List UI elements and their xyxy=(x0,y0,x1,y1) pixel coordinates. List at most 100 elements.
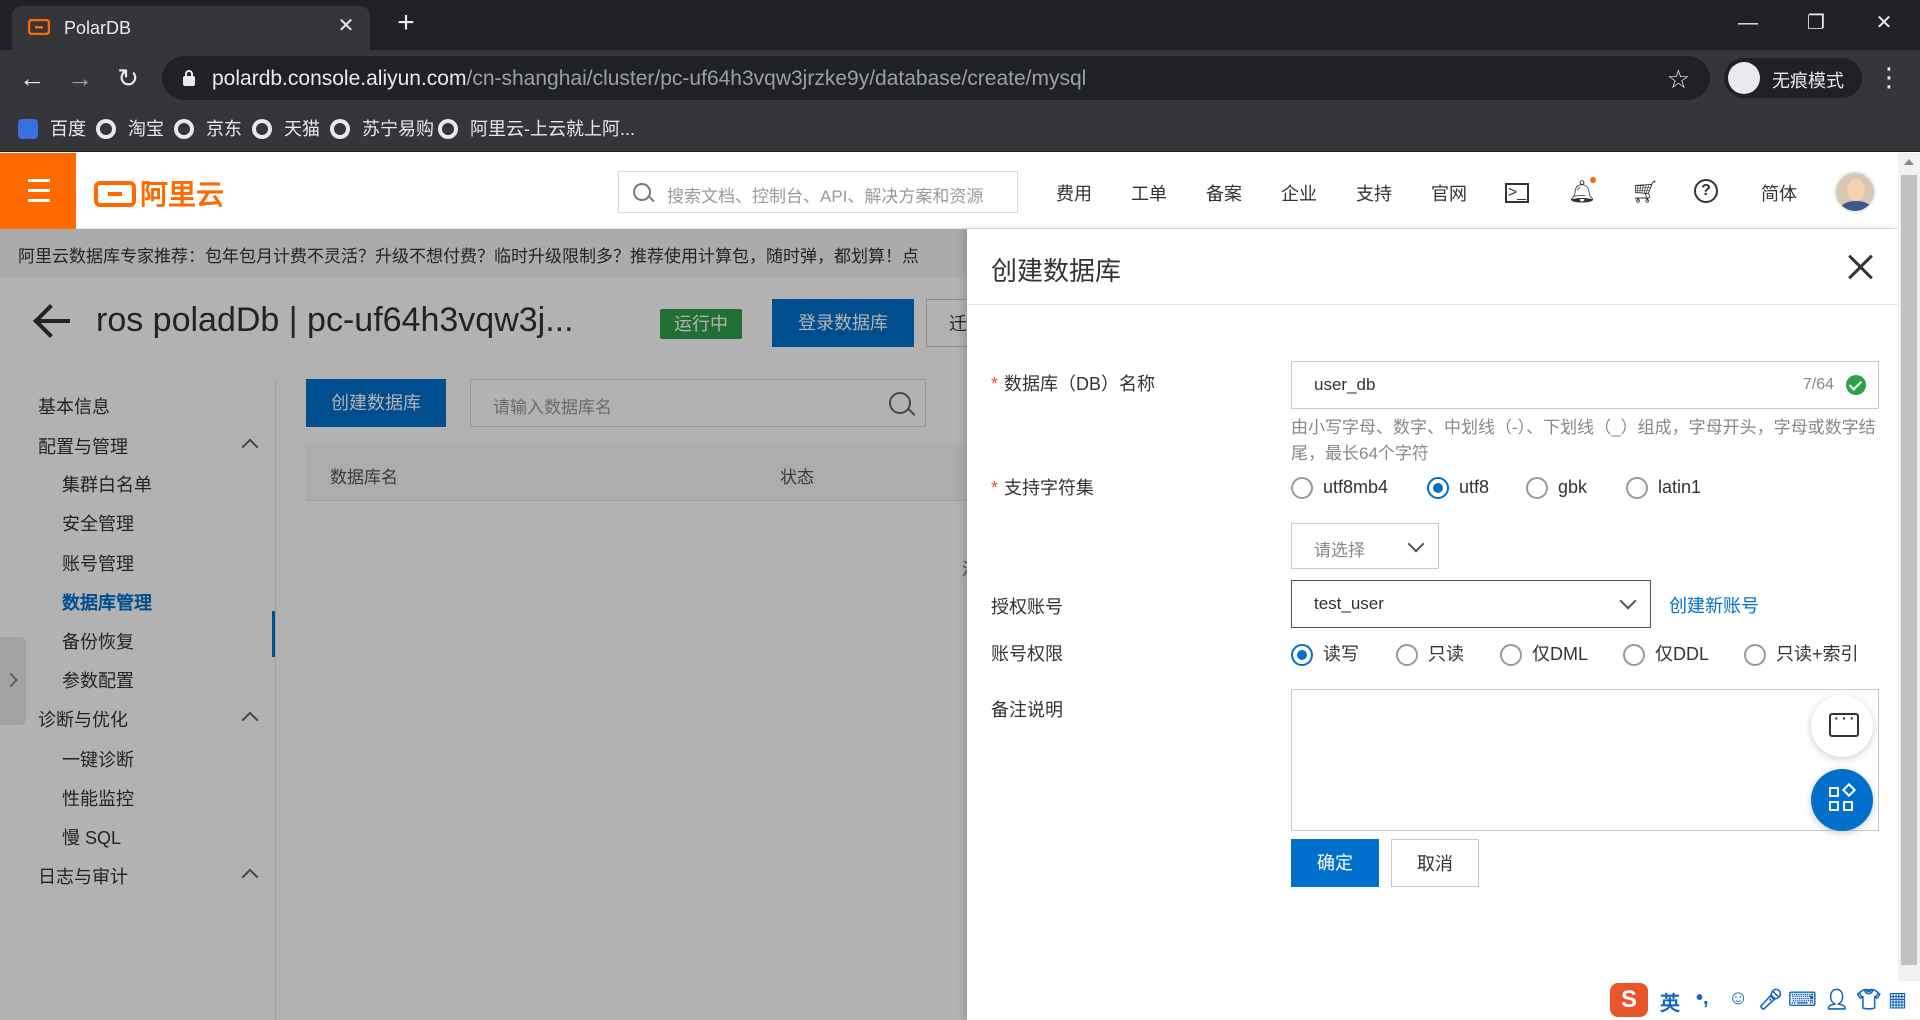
privilege-radio-ddl-only[interactable]: 仅DDL xyxy=(1623,642,1709,666)
nav-icp[interactable]: 备案 xyxy=(1206,180,1242,206)
charset-radio-gbk[interactable]: gbk xyxy=(1526,475,1587,499)
bookmark-jd[interactable]: 京东 xyxy=(174,116,242,142)
account-select[interactable]: test_user xyxy=(1291,580,1651,628)
confirm-button[interactable]: 确定 xyxy=(1291,839,1379,887)
modal-backdrop[interactable] xyxy=(0,229,967,1020)
bookmark-aliyun[interactable]: 阿里云-上云就上阿... xyxy=(438,116,635,142)
bookmark-label: 淘宝 xyxy=(128,119,164,139)
window-close-icon[interactable]: ✕ xyxy=(1866,8,1902,38)
remark-textarea[interactable] xyxy=(1291,689,1879,831)
bookmark-label: 苏宁易购 xyxy=(362,119,434,139)
microphone-icon[interactable]: 🎤︎ xyxy=(1758,987,1783,1012)
globe-icon xyxy=(96,119,116,139)
browser-menu-icon[interactable]: ⋮ xyxy=(1876,60,1902,96)
privilege-radio-read-only[interactable]: 只读 xyxy=(1396,642,1464,666)
search-icon xyxy=(633,183,651,201)
charset-label: * 支持字符集 xyxy=(991,474,1094,500)
forward-icon[interactable]: → xyxy=(64,62,96,94)
collation-placeholder: 请选择 xyxy=(1314,541,1365,560)
create-database-drawer: 创建数据库 * 数据库（DB）名称 user_db 7/64 由小写字母、数字、中… xyxy=(967,229,1898,1020)
address-bar[interactable]: polardb.console.aliyun.com/cn-shanghai/c… xyxy=(162,56,1710,100)
back-icon[interactable]: ← xyxy=(16,62,48,94)
privilege-radio-read-write[interactable]: 读写 xyxy=(1291,642,1359,666)
bell-icon[interactable]: 🔔︎ xyxy=(1568,177,1596,205)
user-icon[interactable]: 👤︎ xyxy=(1824,987,1849,1012)
bookmark-suning[interactable]: 苏宁易购 xyxy=(330,116,434,142)
aliyun-logo[interactable]: 阿里云 xyxy=(94,173,225,210)
new-tab-icon[interactable]: + xyxy=(392,8,420,38)
charset-radio-latin1[interactable]: latin1 xyxy=(1626,475,1701,499)
scroll-thumb[interactable] xyxy=(1901,175,1917,965)
emoji-icon[interactable]: ☺ xyxy=(1728,987,1748,1010)
language-switch[interactable]: 简体 xyxy=(1761,180,1797,206)
url-text: polardb.console.aliyun.com/cn-shanghai/c… xyxy=(212,67,1086,91)
cancel-button[interactable]: 取消 xyxy=(1391,839,1479,887)
privilege-radio-dml-only[interactable]: 仅DML xyxy=(1500,642,1588,666)
remark-label: 备注说明 xyxy=(991,700,1063,720)
ime-mode[interactable]: 英 xyxy=(1660,987,1680,1016)
chevron-down-icon xyxy=(1619,592,1637,610)
scroll-up-icon[interactable] xyxy=(1904,159,1914,165)
required-mark: * xyxy=(991,374,999,394)
db-name-field[interactable]: user_db 7/64 xyxy=(1291,361,1879,409)
tab-close-icon[interactable]: ✕ xyxy=(334,14,358,38)
minimize-icon[interactable]: — xyxy=(1730,8,1766,38)
grid-icon[interactable]: ▦ xyxy=(1888,987,1907,1012)
charset-radio-utf8mb4[interactable]: utf8mb4 xyxy=(1291,475,1388,499)
terminal-icon[interactable]: >_ xyxy=(1505,183,1529,203)
cart-icon[interactable]: 🛒︎ xyxy=(1631,179,1659,205)
baidu-icon xyxy=(18,119,38,139)
bookmark-star-icon[interactable]: ☆ xyxy=(1667,64,1690,95)
char-counter: 7/64 xyxy=(1802,376,1834,393)
drawer-title: 创建数据库 xyxy=(991,256,1122,286)
browser-tab-strip: PolarDB ✕ + — ❐ ✕ xyxy=(0,0,1920,50)
browser-tab[interactable]: PolarDB ✕ xyxy=(12,6,370,50)
globe-icon xyxy=(174,119,194,139)
notification-dot xyxy=(1590,177,1596,183)
incognito-indicator[interactable]: 无痕模式 xyxy=(1724,58,1862,98)
check-circle-icon xyxy=(1846,375,1866,395)
ime-toolbar: S 英 •, ☺ 🎤︎ ⌨ 👤︎ 👕︎ ▦ xyxy=(1608,981,1920,1019)
chat-icon[interactable] xyxy=(1811,695,1873,757)
db-name-label: * 数据库（DB）名称 xyxy=(991,370,1155,396)
account-label: 授权账号 xyxy=(991,597,1063,617)
bookmark-label: 百度 xyxy=(50,119,86,139)
sogou-ime-logo[interactable]: S xyxy=(1610,983,1648,1017)
collation-select[interactable]: 请选择 xyxy=(1291,523,1439,569)
restore-icon[interactable]: ❐ xyxy=(1798,8,1834,38)
reload-icon[interactable]: ↻ xyxy=(112,62,144,94)
chevron-down-icon xyxy=(1407,535,1425,553)
nav-official-site[interactable]: 官网 xyxy=(1431,180,1467,206)
privilege-radio-read-index[interactable]: 只读+索引 xyxy=(1744,642,1859,666)
apps-grid-icon[interactable] xyxy=(1811,769,1873,831)
db-name-help: 由小写字母、数字、中划线（-）、下划线（_）组成，字母开头，字母或数字结尾，最长… xyxy=(1291,418,1876,463)
account-value: test_user xyxy=(1314,594,1384,613)
bookmark-tmall[interactable]: 天猫 xyxy=(252,116,320,142)
lock-icon xyxy=(183,70,195,86)
bookmark-label: 阿里云-上云就上阿... xyxy=(470,119,635,139)
hamburger-menu-icon[interactable] xyxy=(0,153,76,229)
bookmark-taobao[interactable]: 淘宝 xyxy=(96,116,164,142)
globe-icon xyxy=(438,119,458,139)
avatar[interactable] xyxy=(1834,171,1876,213)
logo-text: 阿里云 xyxy=(140,179,225,210)
nav-support[interactable]: 支持 xyxy=(1356,180,1392,206)
console-top-nav: 阿里云 搜索文档、控制台、API、解决方案和资源 费用 工单 备案 企业 支持 … xyxy=(0,153,1898,229)
keyboard-icon[interactable]: ⌨ xyxy=(1788,987,1817,1012)
url-host: polardb.console.aliyun.com xyxy=(212,67,467,90)
incognito-icon xyxy=(1728,62,1760,94)
help-icon[interactable]: ? xyxy=(1694,179,1718,203)
punctuation-icon[interactable]: •, xyxy=(1696,987,1709,1010)
divider xyxy=(967,304,1898,305)
url-path: /cn-shanghai/cluster/pc-uf64h3vqw3jrzke9… xyxy=(466,67,1087,90)
nav-tickets[interactable]: 工单 xyxy=(1131,180,1167,206)
create-account-link[interactable]: 创建新账号 xyxy=(1669,592,1759,618)
charset-radio-utf8[interactable]: utf8 xyxy=(1427,475,1489,499)
nav-enterprise[interactable]: 企业 xyxy=(1281,180,1317,206)
skin-icon[interactable]: 👕︎ xyxy=(1856,987,1881,1012)
page-scrollbar[interactable] xyxy=(1898,153,1920,1020)
console-search-input[interactable]: 搜索文档、控制台、API、解决方案和资源 xyxy=(618,171,1018,213)
bookmark-baidu[interactable]: 百度 xyxy=(18,116,86,142)
close-icon[interactable] xyxy=(1847,253,1875,281)
nav-billing[interactable]: 费用 xyxy=(1056,180,1092,206)
